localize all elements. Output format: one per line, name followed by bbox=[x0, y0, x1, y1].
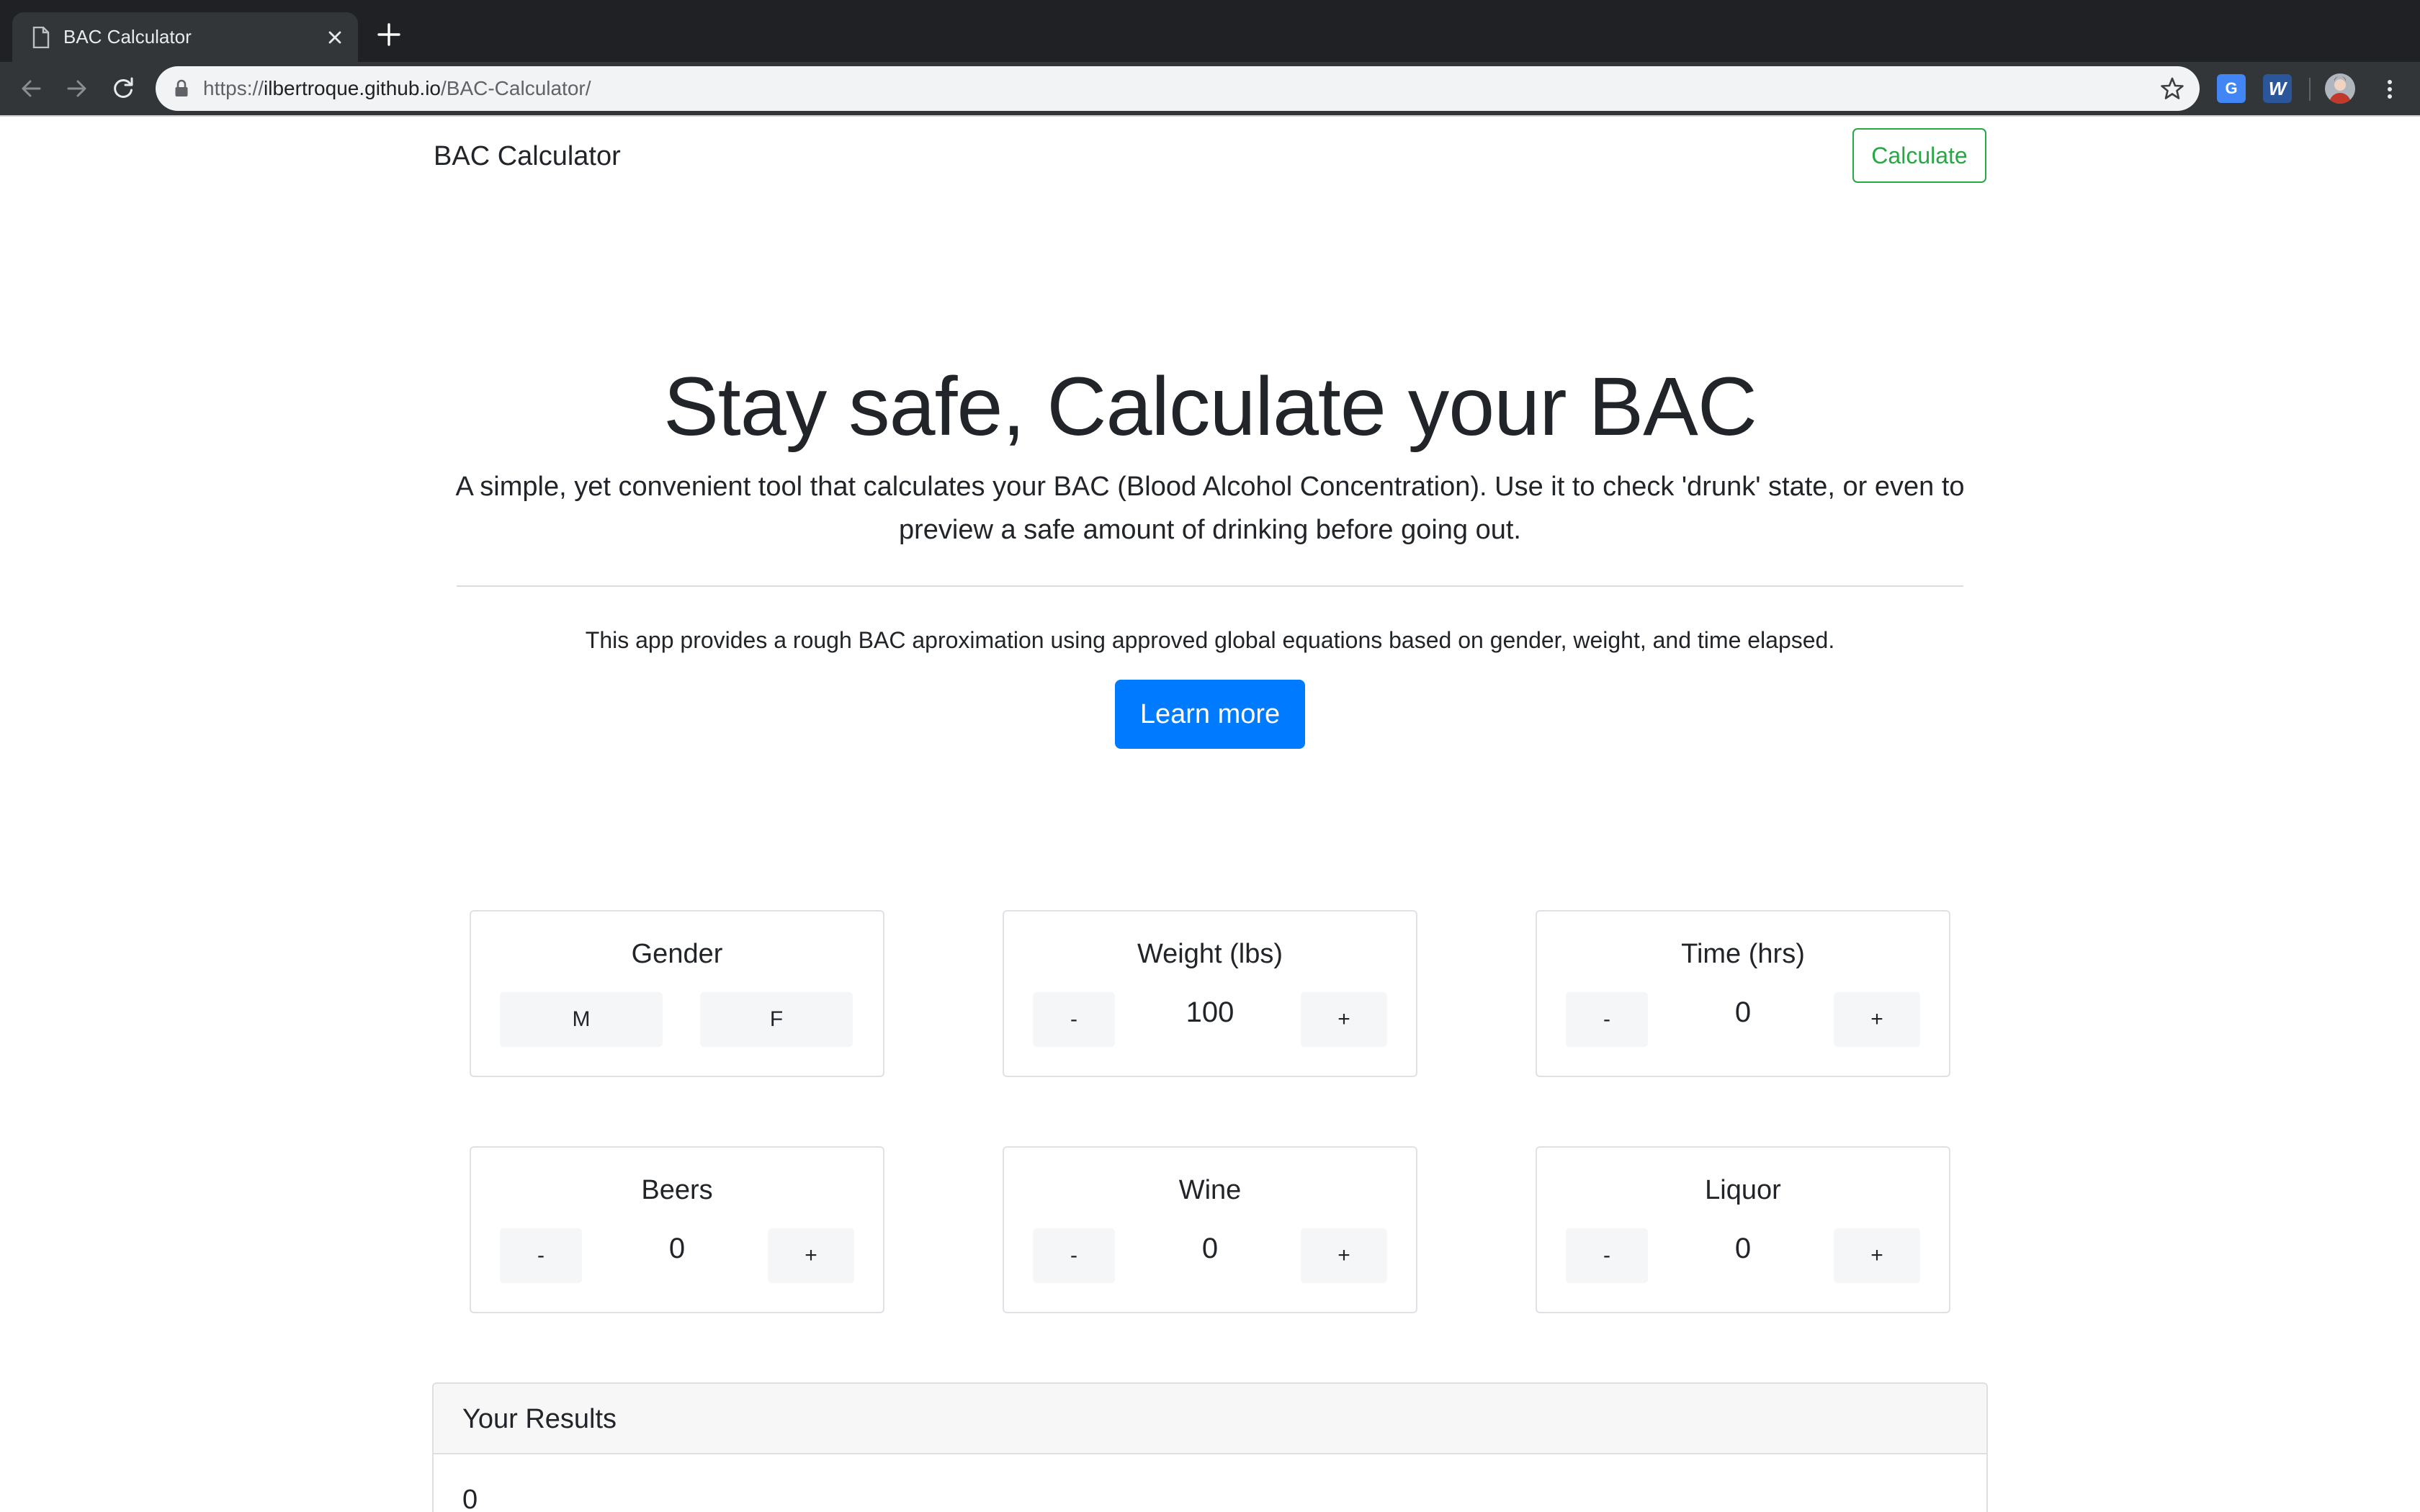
time-card-title: Time (hrs) bbox=[1681, 939, 1805, 969]
plus-icon[interactable] bbox=[376, 22, 402, 48]
close-icon[interactable] bbox=[322, 24, 348, 50]
gender-card-title: Gender bbox=[631, 939, 723, 969]
divider bbox=[457, 585, 1963, 587]
results-panel: Your Results 0 bbox=[432, 1382, 1988, 1512]
browser-toolbar: https://ilbertroque.github.io/BAC-Calcul… bbox=[0, 62, 2420, 115]
wine-card: Wine 0 - + bbox=[1003, 1146, 1417, 1313]
kebab-menu-icon[interactable] bbox=[2377, 76, 2403, 102]
url-text: https://ilbertroque.github.io/BAC-Calcul… bbox=[203, 66, 591, 111]
results-value: 0 bbox=[462, 1485, 478, 1512]
back-icon[interactable] bbox=[17, 75, 45, 102]
toolbar-separator bbox=[2309, 78, 2311, 101]
liquor-increment-button[interactable]: + bbox=[1834, 1228, 1920, 1283]
gender-male-button[interactable]: M bbox=[500, 992, 663, 1047]
beers-card: Beers 0 - + bbox=[470, 1146, 884, 1313]
avatar[interactable] bbox=[2325, 73, 2355, 104]
time-card: Time (hrs) 0 - + bbox=[1536, 910, 1950, 1077]
time-decrement-button[interactable]: - bbox=[1566, 992, 1648, 1047]
weight-decrement-button[interactable]: - bbox=[1033, 992, 1115, 1047]
hero-lead: A simple, yet convenient tool that calcu… bbox=[455, 472, 1965, 545]
wine-increment-button[interactable]: + bbox=[1301, 1228, 1387, 1283]
word-icon[interactable]: W bbox=[2263, 74, 2292, 103]
beers-increment-button[interactable]: + bbox=[768, 1228, 854, 1283]
time-increment-button[interactable]: + bbox=[1834, 992, 1920, 1047]
browser-tab[interactable]: BAC Calculator bbox=[12, 12, 358, 62]
gender-card: Gender M F bbox=[470, 910, 884, 1077]
page-top-shadow bbox=[0, 115, 2420, 117]
weight-card: Weight (lbs) 100 - + bbox=[1003, 910, 1417, 1077]
beers-decrement-button[interactable]: - bbox=[500, 1228, 582, 1283]
browser-tab-strip: BAC Calculator bbox=[0, 0, 2420, 62]
address-bar[interactable]: https://ilbertroque.github.io/BAC-Calcul… bbox=[156, 66, 2200, 111]
reload-icon[interactable] bbox=[109, 75, 137, 102]
liquor-card-title: Liquor bbox=[1705, 1175, 1781, 1205]
results-header: Your Results bbox=[434, 1384, 1986, 1454]
liquor-card: Liquor 0 - + bbox=[1536, 1146, 1950, 1313]
hero-title: Stay safe, Calculate your BAC bbox=[663, 361, 1757, 453]
calculate-button[interactable]: Calculate bbox=[1852, 128, 1986, 183]
liquor-decrement-button[interactable]: - bbox=[1566, 1228, 1648, 1283]
tab-title: BAC Calculator bbox=[63, 26, 192, 48]
hero-note: This app provides a rough BAC aproximati… bbox=[585, 627, 1835, 653]
learn-more-button[interactable]: Learn more bbox=[1115, 680, 1305, 749]
translate-icon[interactable]: G bbox=[2217, 74, 2246, 103]
wine-card-title: Wine bbox=[1178, 1175, 1242, 1205]
forward-icon[interactable] bbox=[63, 75, 91, 102]
gender-female-button[interactable]: F bbox=[700, 992, 853, 1047]
beers-card-title: Beers bbox=[641, 1175, 713, 1205]
url-scheme: https:// bbox=[203, 77, 264, 99]
lock-icon bbox=[175, 79, 188, 96]
weight-card-title: Weight (lbs) bbox=[1137, 939, 1283, 969]
navbar-brand[interactable]: BAC Calculator bbox=[434, 137, 621, 176]
star-icon[interactable] bbox=[2159, 76, 2185, 102]
page-icon bbox=[32, 27, 50, 48]
wine-decrement-button[interactable]: - bbox=[1033, 1228, 1115, 1283]
weight-increment-button[interactable]: + bbox=[1301, 992, 1387, 1047]
url-path: /BAC-Calculator/ bbox=[441, 77, 591, 99]
url-host: ilbertroque.github.io bbox=[264, 77, 441, 99]
